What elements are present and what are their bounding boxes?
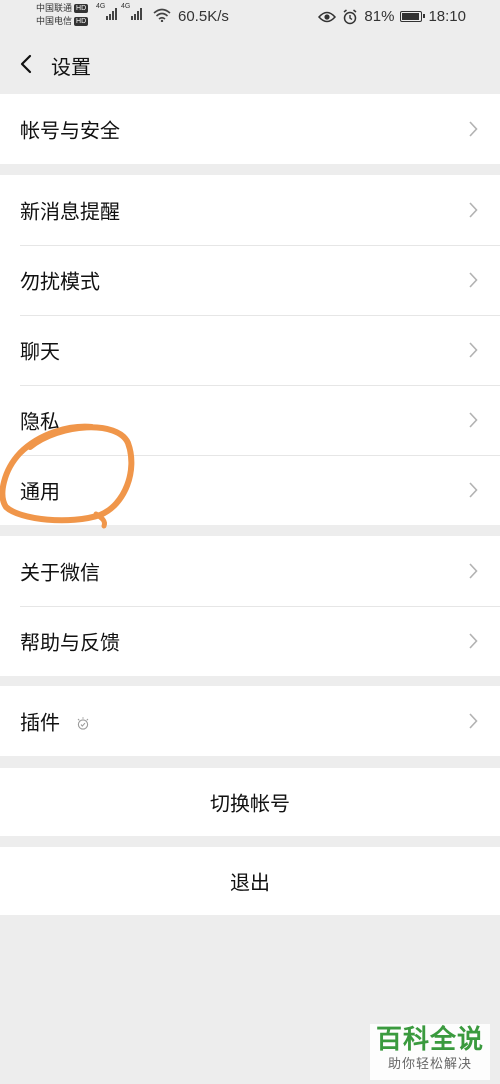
signal-icon: 4G <box>96 3 117 20</box>
status-bar: 中国联通 HD 中国电信 HD 4G 4G 60.5K/s 81% 18:10 <box>0 0 500 36</box>
nav-header: 设置 <box>0 36 500 92</box>
settings-item-label: 聊天 <box>20 339 60 364</box>
settings-item-label: 隐私 <box>20 409 60 434</box>
settings-item-label: 关于微信 <box>20 560 100 585</box>
chevron-right-icon <box>469 202 478 218</box>
back-button[interactable] <box>12 48 42 80</box>
network-label-2: 4G <box>121 3 131 10</box>
network-speed: 60.5K/s <box>178 8 229 25</box>
chevron-right-icon <box>469 633 478 649</box>
chevron-right-icon <box>469 272 478 288</box>
page-title: 设置 <box>51 55 91 79</box>
chevron-left-icon <box>20 54 32 74</box>
carrier-1: 中国联通 <box>36 4 73 14</box>
network-label: 4G <box>96 3 106 10</box>
settings-item-label: 新消息提醒 <box>20 199 120 224</box>
settings-group-about: 关于微信 帮助与反馈 <box>0 536 500 676</box>
watermark-title: 百科全说 <box>375 1025 484 1055</box>
signal-icon-2: 4G <box>121 3 142 20</box>
settings-group-account: 帐号与安全 <box>0 94 500 164</box>
chevron-right-icon <box>469 412 478 428</box>
settings-group-plugins: 插件 <box>0 686 500 756</box>
settings-item-label: 插件 <box>20 707 90 736</box>
settings-item-plugins[interactable]: 插件 <box>0 686 500 756</box>
watermark-subtitle: 助你轻松解决 <box>387 1057 472 1072</box>
eye-icon <box>318 11 337 22</box>
switch-account-button[interactable]: 切换帐号 <box>0 768 500 836</box>
switch-account-label: 切换帐号 <box>210 791 290 816</box>
watermark-logo: 百科全说 助你轻松解决 <box>370 1024 490 1080</box>
plugins-label: 插件 <box>20 710 60 735</box>
chevron-right-icon <box>469 121 478 137</box>
logout-label: 退出 <box>230 870 270 895</box>
settings-item-notifications[interactable]: 新消息提醒 <box>0 175 500 245</box>
status-right: 81% 18:10 <box>318 8 466 25</box>
hd-badge: HD <box>74 4 89 13</box>
settings-item-account-security[interactable]: 帐号与安全 <box>0 94 500 164</box>
battery-percent: 81% <box>364 8 395 25</box>
plugin-bulb-icon <box>78 716 89 730</box>
settings-item-chat[interactable]: 聊天 <box>0 315 500 385</box>
settings-item-label: 通用 <box>20 479 60 504</box>
settings-item-about-wechat[interactable]: 关于微信 <box>0 536 500 606</box>
settings-item-privacy[interactable]: 隐私 <box>0 385 500 455</box>
settings-group-main: 新消息提醒 勿扰模式 聊天 隐私 通用 <box>0 175 500 525</box>
settings-item-general[interactable]: 通用 <box>0 455 500 525</box>
logout-button[interactable]: 退出 <box>0 847 500 915</box>
wifi-icon <box>153 8 171 22</box>
chevron-right-icon <box>469 563 478 579</box>
settings-item-label: 勿扰模式 <box>20 269 100 294</box>
settings-item-label: 帐号与安全 <box>20 118 120 143</box>
settings-item-help-feedback[interactable]: 帮助与反馈 <box>0 606 500 676</box>
settings-item-do-not-disturb[interactable]: 勿扰模式 <box>0 245 500 315</box>
signal-icons: 4G 4G <box>96 3 142 20</box>
settings-item-label: 帮助与反馈 <box>20 630 120 655</box>
chevron-right-icon <box>469 713 478 729</box>
battery-icon <box>400 11 426 22</box>
hd-badge-2: HD <box>74 17 89 26</box>
clock: 18:10 <box>428 8 466 25</box>
alarm-icon <box>343 8 357 24</box>
chevron-right-icon <box>469 482 478 498</box>
carrier-2: 中国电信 <box>36 17 73 27</box>
carrier-info: 中国联通 HD 中国电信 HD <box>36 3 89 29</box>
chevron-right-icon <box>469 342 478 358</box>
